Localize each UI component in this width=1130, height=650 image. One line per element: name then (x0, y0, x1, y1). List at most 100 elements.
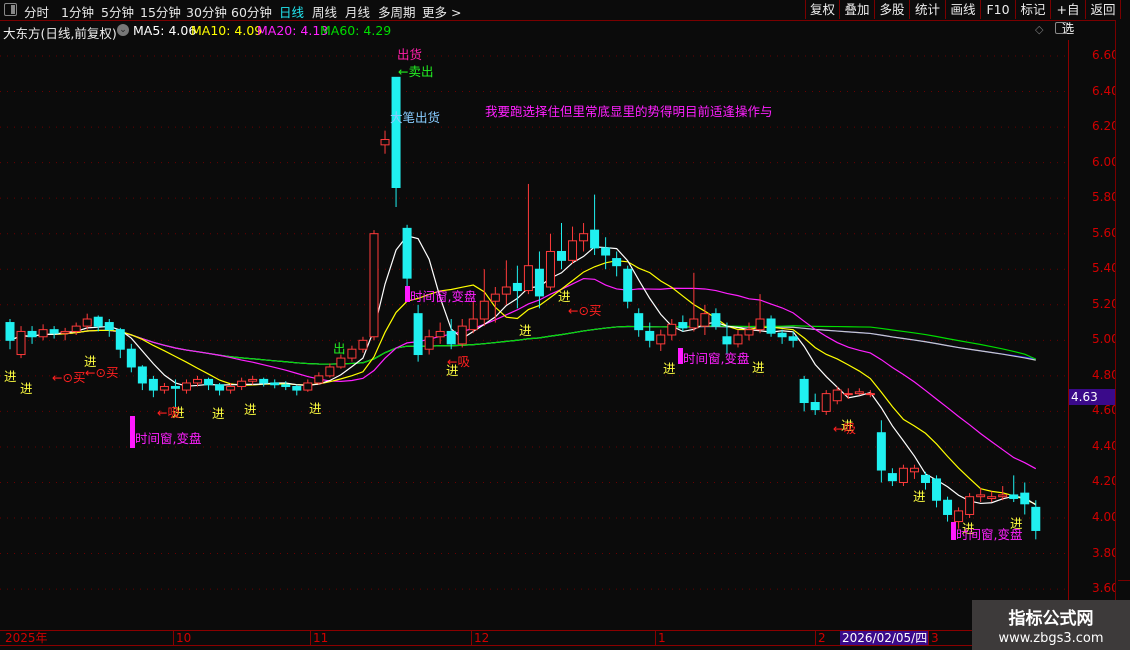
time-window-label: 时间窗,变盘 (956, 527, 1023, 542)
absorb-label: ←吸 (157, 405, 180, 420)
candle-body (193, 378, 203, 384)
buy-label: ←⊙买 (52, 370, 86, 385)
candle-body (755, 318, 765, 331)
candle-body (204, 378, 214, 386)
candle-body (623, 268, 633, 302)
candle-body (16, 330, 26, 356)
candle-body (380, 139, 390, 146)
candle-body (733, 334, 743, 345)
candle-body (49, 329, 59, 334)
enter-label: 进 (212, 406, 225, 421)
candle-body (292, 386, 302, 391)
candle-body (170, 386, 180, 389)
candle-body (744, 329, 754, 336)
candle-body (347, 348, 357, 359)
candlestick-chart[interactable] (0, 0, 1068, 630)
candle-body (93, 316, 103, 327)
candle-body (325, 366, 335, 377)
candle-body (5, 322, 15, 341)
candle-body (678, 322, 688, 329)
candle-body (579, 233, 589, 242)
right-info-panel[interactable] (1115, 20, 1130, 600)
candle-body (887, 473, 897, 482)
candle-body (788, 336, 798, 341)
enter-label: 进 (663, 361, 676, 376)
candle-body (932, 478, 942, 501)
candle-body (854, 391, 864, 395)
candle-body (534, 268, 544, 297)
candle-body (645, 330, 655, 341)
candle-body (689, 318, 699, 329)
enter-label: 进 (519, 323, 532, 338)
candle-body (457, 325, 467, 345)
candle-body (832, 389, 842, 402)
candle-body (148, 378, 158, 391)
enter-label: 进 (244, 402, 257, 417)
candle-body (27, 330, 37, 338)
candle-body (215, 384, 225, 391)
candle-body (358, 339, 368, 350)
candle-body (965, 496, 975, 515)
candle-body (413, 313, 423, 356)
watermark-title: 指标公式网 (1008, 609, 1094, 629)
candle-body (843, 393, 853, 396)
time-window-label: 时间窗,变盘 (683, 351, 750, 366)
candle-body (920, 474, 930, 483)
candle-body (799, 378, 809, 404)
candle-body (314, 375, 324, 384)
buy-label: ←⊙买 (568, 303, 602, 318)
candle-body (998, 494, 1008, 498)
x-label: 2025年 (5, 631, 48, 645)
candle-body (181, 382, 191, 391)
candle-body (281, 384, 291, 388)
time-window-label: 时间窗,变盘 (135, 431, 202, 446)
x-label: 12 (471, 631, 489, 645)
candle-body (369, 233, 379, 338)
time-axis: 2025年 10 11 12 1 2 2026/02/05/四 3 (0, 630, 1130, 646)
candle-body (270, 382, 280, 386)
candle-body (104, 322, 114, 331)
candle-body (898, 467, 908, 483)
price-axis-line (1068, 40, 1069, 630)
candle-body (71, 325, 81, 332)
candle-body (523, 265, 533, 292)
x-label: 3 (928, 631, 939, 645)
candle-body (391, 76, 401, 188)
candle-body (667, 323, 677, 336)
candle-body (612, 258, 622, 267)
candle-body (876, 432, 886, 471)
candle-body (424, 336, 434, 350)
candle-body (115, 329, 125, 350)
absorb-label: ←吸 (447, 354, 470, 369)
x-label: 11 (310, 631, 328, 645)
candle-body (126, 348, 136, 368)
selected-date: 2026/02/05/四 (840, 631, 930, 645)
current-price-tag: 4.63 (1069, 389, 1117, 405)
watermark: 指标公式网 www.zbgs3.com (972, 600, 1130, 650)
absorb-label: ←吸 (833, 421, 856, 436)
time-window-label: 时间窗,变盘 (410, 289, 477, 304)
x-label: 1 (655, 631, 666, 645)
big-sell-label: 大笔出货 (390, 110, 441, 125)
info-panel-strip (1118, 20, 1130, 581)
candle-body (82, 318, 92, 327)
candle-body (501, 286, 511, 295)
candle-body (446, 330, 456, 345)
candle-body (1020, 492, 1030, 505)
back-button[interactable]: 返回 (1085, 0, 1121, 19)
candle-body (976, 494, 986, 498)
candle-body (700, 313, 710, 327)
candle-body (159, 386, 169, 391)
candle-body (479, 300, 489, 320)
x-label: 10 (173, 631, 191, 645)
watermark-url: www.zbgs3.com (998, 631, 1104, 646)
candle-body (545, 250, 555, 288)
candle-body (248, 378, 258, 382)
candle-body (711, 313, 721, 327)
enter-label: 进 (752, 360, 765, 375)
enter-label: 进 (4, 369, 17, 384)
candle-body (468, 318, 478, 331)
candle-body (226, 386, 236, 391)
candle-body (303, 382, 313, 391)
candle-body (435, 330, 445, 338)
